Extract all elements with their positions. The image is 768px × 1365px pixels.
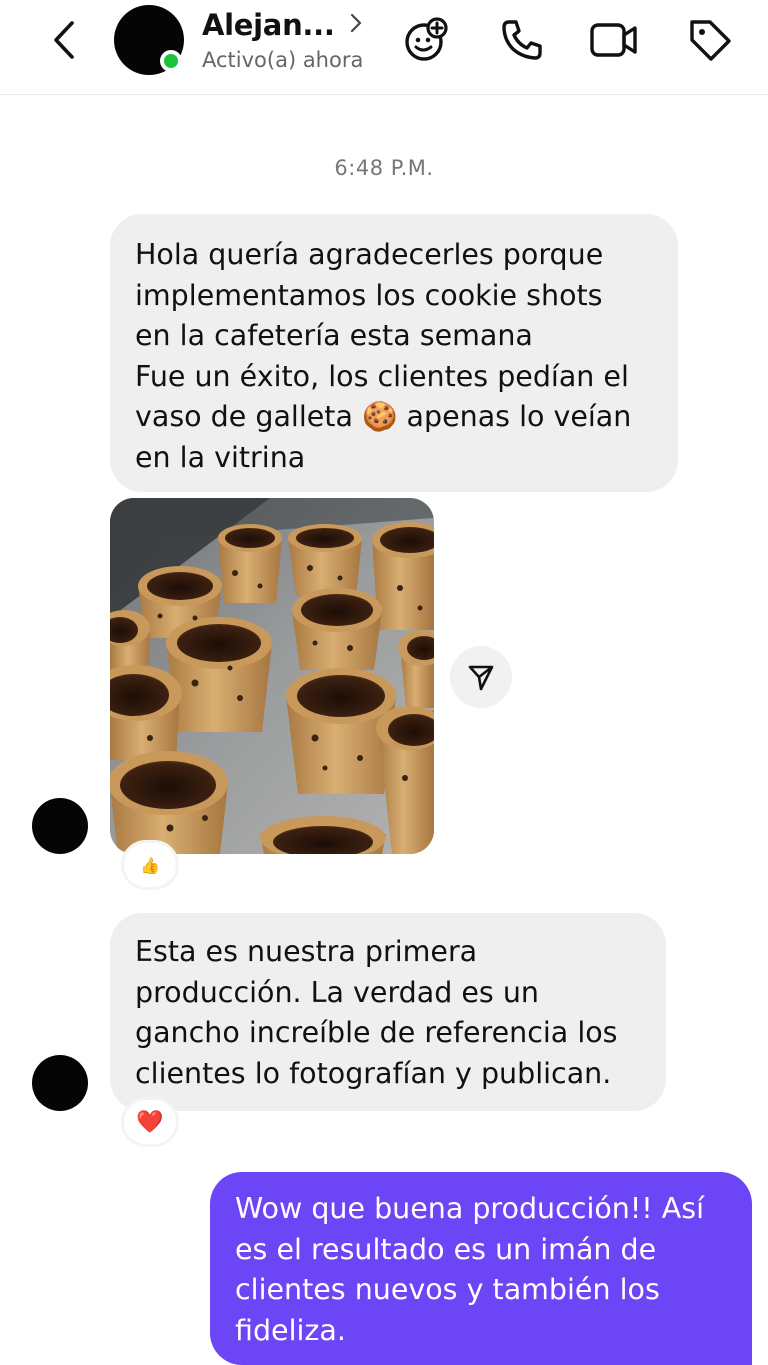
chat-header: Alejan... Activo(a) ahora — [0, 0, 768, 95]
contact-status: Activo(a) ahora — [202, 48, 364, 72]
chevron-right-icon[interactable] — [346, 10, 366, 36]
send-icon — [468, 665, 494, 691]
tag-icon — [690, 20, 731, 61]
contact-avatar-small[interactable] — [32, 798, 88, 854]
video-call-button[interactable] — [588, 14, 640, 66]
incoming-message[interactable]: Hola quería agradecerles porque implemen… — [110, 214, 678, 492]
photo-message[interactable] — [110, 498, 434, 854]
reaction-thumbs-up[interactable]: 👍 — [121, 840, 179, 890]
message-timestamp: 6:48 P.M. — [334, 156, 434, 180]
incoming-message[interactable]: Esta es nuestra primera producción. La v… — [110, 913, 666, 1111]
share-button[interactable] — [450, 646, 512, 708]
contact-name[interactable]: Alejan... — [202, 8, 335, 42]
outgoing-message[interactable]: Wow que buena producción!! Así es el res… — [210, 1172, 752, 1365]
reaction-heart[interactable]: ❤️ — [121, 1097, 179, 1147]
back-button[interactable] — [44, 18, 84, 62]
tag-button[interactable] — [684, 14, 736, 66]
cookie-shots-photo — [110, 498, 434, 854]
back-icon — [54, 21, 74, 59]
cookie-emoji: 🍪 — [361, 400, 398, 433]
add-effects-icon — [405, 17, 448, 61]
video-icon — [590, 23, 637, 57]
phone-icon — [502, 20, 542, 60]
online-status-dot — [160, 50, 182, 72]
contact-avatar-small[interactable] — [32, 1055, 88, 1111]
call-button[interactable] — [496, 14, 548, 66]
effects-button[interactable] — [400, 14, 452, 66]
